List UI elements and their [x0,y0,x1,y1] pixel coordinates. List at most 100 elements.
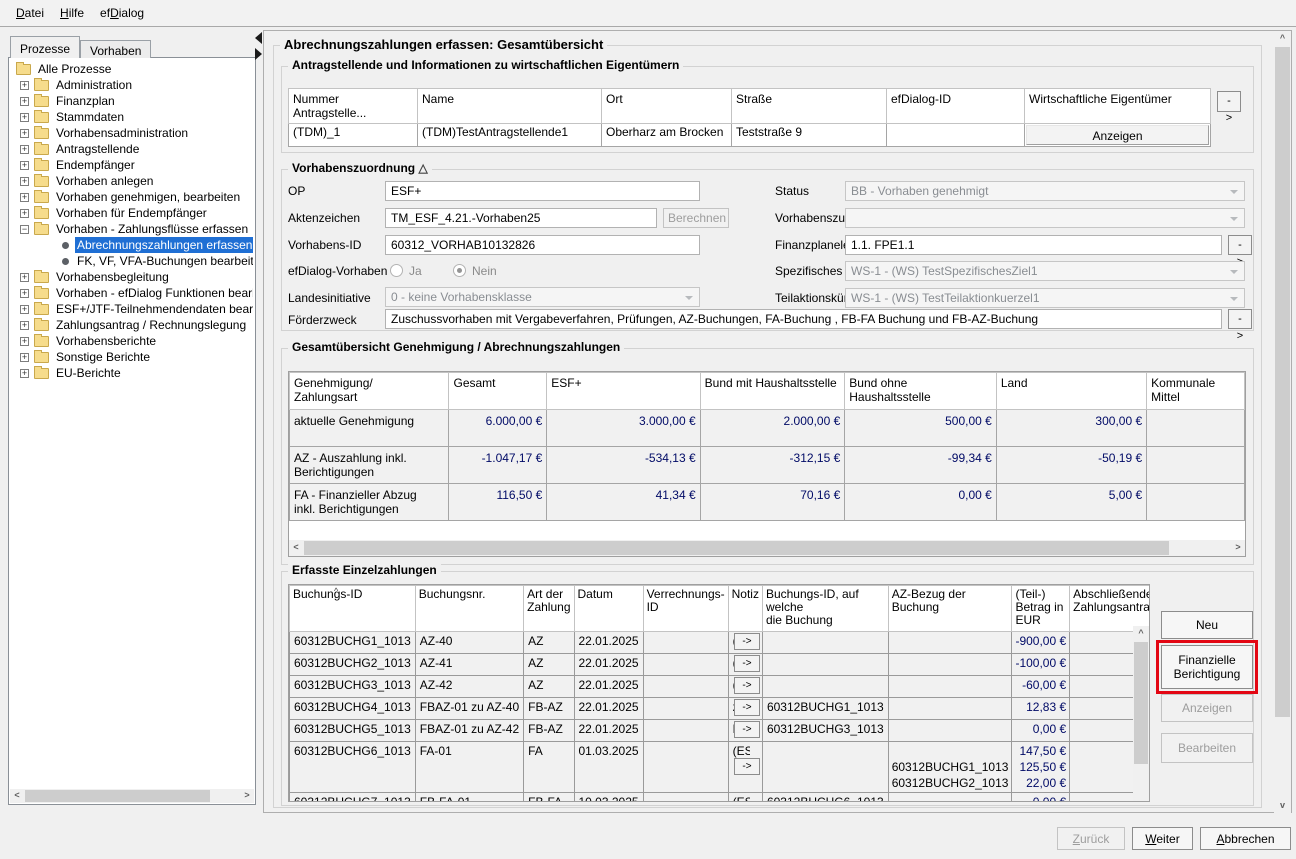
tree-item-zahlungsantrag-rechnungslegung[interactable]: +Zahlungsantrag / Rechnungslegung [11,317,253,333]
payments-column-header[interactable]: Notiz [728,586,762,632]
overview-horizontal-scrollbar[interactable]: < > [289,540,1245,556]
tree-item-esf-jtf-teilnehmendendaten-bearbeiten[interactable]: +ESF+/JTF-Teilnehmendendaten bearbeiten [11,301,253,317]
foerderzweck-arrow-button[interactable]: -> [1228,309,1252,329]
action-neu-button[interactable]: Neu [1161,611,1253,639]
notiz-arrow-button[interactable]: -> [734,633,760,650]
overview-row[interactable]: aktuelle Genehmigung6.000,00 €3.000,00 €… [290,410,1245,447]
expand-icon[interactable]: + [20,353,29,362]
applicants-row[interactable]: (TDM)_1(TDM)TestAntragstellende1Oberharz… [289,124,1211,147]
op-field[interactable]: ESF+ [385,181,700,201]
action-finanzielle-berichtigung-button[interactable]: Finanzielle Berichtigung [1161,645,1253,689]
notiz-arrow-button[interactable]: -> [734,677,760,694]
tree-item-alle-prozesse[interactable]: Alle Prozesse [11,61,253,77]
wirtschaftliche-eigentuemer-anzeigen-button[interactable]: Anzeigen [1026,125,1209,145]
scroll-right-icon[interactable]: > [240,789,254,803]
expand-icon[interactable]: + [20,81,29,90]
expand-icon[interactable]: + [20,129,29,138]
tree-item-vorhabensberichte[interactable]: +Vorhabensberichte [11,333,253,349]
status-select[interactable]: BB - Vorhaben genehmigt [845,181,1245,201]
payments-column-header[interactable]: AZ-Bezug der Buchung [888,586,1012,632]
notiz-arrow-button[interactable]: -> [734,721,760,738]
tree-item-vorhaben-efdialog-funktionen-bearbeiten[interactable]: +Vorhaben - efDialog Funktionen bearbeit… [11,285,253,301]
payments-table-row[interactable]: 60312BUCHG3_1013AZ-42AZ22.01.2025(ESF->-… [290,676,1151,698]
payments-column-header[interactable]: (Teil-) Betrag in EUR [1012,586,1070,632]
footer-weiter-button[interactable]: Weiter [1132,827,1193,850]
tree-item-endempf-nger[interactable]: +Endempfänger [11,157,253,173]
finanzplanelement-field[interactable]: 1.1. FPE1.1 [845,235,1222,255]
payments-table-row[interactable]: 60312BUCHG6_1013FA-01FA01.03.2025(ESF->6… [290,742,1151,793]
payments-column-header[interactable]: Datum [574,586,643,632]
tree-item-vorhaben-f-r-endempf-nger[interactable]: +Vorhaben für Endempfänger [11,205,253,221]
tree-item-vorhabensadministration[interactable]: +Vorhabensadministration [11,125,253,141]
main-vertical-scrollbar[interactable]: ^ v [1274,31,1291,813]
tree-item-stammdaten[interactable]: +Stammdaten [11,109,253,125]
expand-icon[interactable]: + [20,97,29,106]
menu-item-hilfe[interactable]: Hilfe [52,0,92,25]
footer-zur-ck-button[interactable]: Zurück [1057,827,1125,850]
expand-icon[interactable]: + [20,273,29,282]
expand-icon[interactable]: + [20,321,29,330]
payments-table-row[interactable]: 60312BUCHG5_1013FBAZ-01 zu AZ-42FB-AZ22.… [290,720,1151,742]
tree-item-finanzplan[interactable]: +Finanzplan [11,93,253,109]
tree-item-vorhaben-anlegen[interactable]: +Vorhaben anlegen [11,173,253,189]
tree-item-administration[interactable]: +Administration [11,77,253,93]
payments-column-header[interactable]: Buchungs-ID, auf welche die Buchung [762,586,888,632]
main-scrollbar-thumb[interactable] [1275,47,1290,717]
scroll-up-icon[interactable]: ^ [1274,31,1291,46]
expand-icon[interactable]: + [20,289,29,298]
tab-prozesse[interactable]: Prozesse [10,36,80,58]
payments-vertical-scrollbar[interactable]: ^ [1133,626,1149,801]
scroll-left-icon[interactable]: < [289,540,303,556]
tree-item-eu-berichte[interactable]: +EU-Berichte [11,365,253,381]
payments-column-header[interactable]: Buchungsnr. [415,586,523,632]
landesinitiative-select[interactable]: 0 - keine Vorhabensklasse [385,287,700,307]
footer-abbrechen-button[interactable]: Abbrechen [1200,827,1291,850]
applicants-arrow-button[interactable]: -> [1217,91,1241,112]
foerderzweck-field[interactable]: Zuschussvorhaben mit Vergabeverfahren, P… [385,309,1222,329]
action-bearbeiten-button[interactable]: Bearbeiten [1161,733,1253,763]
vorhabens-id-field[interactable]: 60312_VORHAB10132826 [385,235,700,255]
finanzplanelement-arrow-button[interactable]: -> [1228,235,1252,255]
splitter-collapse-icon[interactable] [255,32,262,44]
payments-scrollbar-thumb[interactable] [1134,642,1148,764]
expand-icon[interactable]: + [20,209,29,218]
scroll-right-icon[interactable]: > [1231,540,1245,556]
overview-row[interactable]: FA - Finanzieller Abzug inkl. Berichtigu… [290,484,1245,521]
expand-icon[interactable]: + [20,145,29,154]
payments-column-header[interactable]: Verrechnungs-ID [643,586,728,632]
expand-icon[interactable]: + [20,193,29,202]
tree-item-vorhaben-genehmigen-bearbeiten[interactable]: +Vorhaben genehmigen, bearbeiten [11,189,253,205]
expand-icon[interactable]: + [20,177,29,186]
aktenzeichen-field[interactable]: TM_ESF_4.21.-Vorhaben25 [385,208,657,228]
nein-radio[interactable] [453,264,466,277]
action-anzeigen-button[interactable]: Anzeigen [1161,694,1253,722]
expand-icon[interactable]: + [20,337,29,346]
tree-horizontal-scrollbar[interactable]: < > [10,789,254,803]
teilaktionskuerzel-select[interactable]: WS-1 - (WS) TestTeilaktionkuerzel1 [845,288,1245,308]
payments-table-row[interactable]: 60312BUCHG1_1013AZ-40AZ22.01.2025(ESF->-… [290,632,1151,654]
overview-row[interactable]: AZ - Auszahlung inkl. Berichtigungen-1.0… [290,447,1245,484]
tree-item-sonstige-berichte[interactable]: +Sonstige Berichte [11,349,253,365]
payments-column-header[interactable]: Art der Zahlung [524,586,574,632]
tab-vorhaben[interactable]: Vorhaben [80,40,151,58]
splitter-expand-icon[interactable] [255,48,262,60]
tree-item-vorhaben-zahlungsfl-sse-erfassen[interactable]: −Vorhaben - Zahlungsflüsse erfassen [11,221,253,237]
collapse-icon[interactable]: − [20,225,29,234]
tree-item-abrechnungszahlungen-erfassen[interactable]: Abrechnungszahlungen erfassen [11,237,253,253]
ja-radio[interactable] [390,264,403,277]
expand-icon[interactable]: + [20,113,29,122]
tree-item-antragstellende[interactable]: +Antragstellende [11,141,253,157]
payments-table-row[interactable]: 60312BUCHG2_1013AZ-41AZ22.01.2025(ESF->-… [290,654,1151,676]
payments-column-header[interactable]: Abschließende Zahlungsantrag [1070,586,1150,632]
payments-table-row[interactable]: 60312BUCHG4_1013FBAZ-01 zu AZ-40FB-AZ22.… [290,698,1151,720]
scroll-down-icon[interactable]: v [1274,798,1291,813]
tree-item-fk-vf-vfa-buchungen-bearbeiten[interactable]: FK, VF, VFA-Buchungen bearbeiten [11,253,253,269]
tree-scrollbar-thumb[interactable] [25,790,210,802]
payments-table-row[interactable]: 60312BUCHG7_1013FB-FA-01FB-FA10.03.2025(… [290,793,1151,803]
vorhabenszustand-select[interactable] [845,208,1245,228]
menu-item-datei[interactable]: Datei [8,0,52,25]
tree-item-vorhabensbegleitung[interactable]: +Vorhabensbegleitung [11,269,253,285]
notiz-arrow-button[interactable]: -> [734,699,760,716]
notiz-arrow-button[interactable]: -> [734,655,760,672]
spezifisches-ziel-select[interactable]: WS-1 - (WS) TestSpezifischesZiel1 [845,261,1245,281]
